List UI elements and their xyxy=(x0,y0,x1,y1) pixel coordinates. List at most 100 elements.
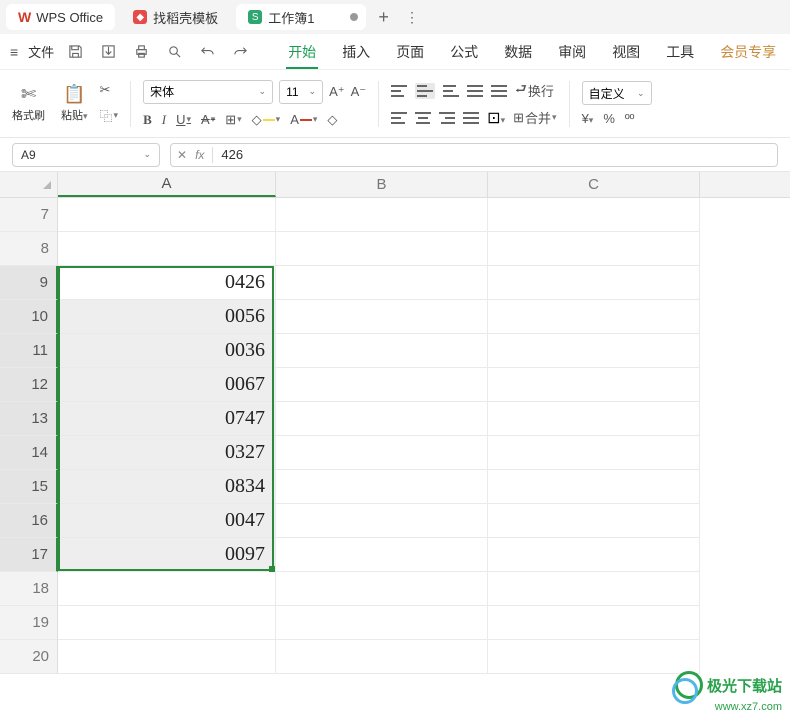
cell[interactable]: 0097 xyxy=(58,538,276,572)
cell[interactable] xyxy=(58,640,276,674)
cell[interactable] xyxy=(276,640,488,674)
cell[interactable] xyxy=(488,198,700,232)
spreadsheet-grid[interactable]: A B C 7890426100056110036120067130747140… xyxy=(0,172,790,674)
bold-button[interactable]: B xyxy=(143,112,152,128)
number-format-select[interactable]: 自定义 ⌄ xyxy=(582,81,652,105)
cell[interactable] xyxy=(488,606,700,640)
print-icon[interactable] xyxy=(130,42,153,61)
new-tab-button[interactable]: + xyxy=(372,7,395,28)
clear-format-button[interactable]: ◇ xyxy=(327,112,337,128)
redo-icon[interactable] xyxy=(229,42,252,61)
currency-button[interactable]: ¥▾ xyxy=(582,111,594,126)
cell[interactable] xyxy=(276,572,488,606)
cell[interactable] xyxy=(58,198,276,232)
row-header[interactable]: 7 xyxy=(0,198,58,232)
cell[interactable] xyxy=(276,402,488,436)
cell[interactable]: 0067 xyxy=(58,368,276,402)
row-header[interactable]: 19 xyxy=(0,606,58,640)
select-all-corner[interactable] xyxy=(0,172,58,197)
row-header[interactable]: 13 xyxy=(0,402,58,436)
tab-review[interactable]: 审阅 xyxy=(556,36,588,68)
tab-insert[interactable]: 插入 xyxy=(340,36,372,68)
cell[interactable]: 0426 xyxy=(58,266,276,300)
cell[interactable] xyxy=(488,470,700,504)
row-header[interactable]: 16 xyxy=(0,504,58,538)
copy-icon[interactable]: ⿻▾ xyxy=(100,106,119,125)
row-header[interactable]: 10 xyxy=(0,300,58,334)
cut-icon[interactable]: ✂ xyxy=(100,82,119,98)
name-box[interactable]: A9 ⌄ xyxy=(12,143,160,167)
undo-icon[interactable] xyxy=(196,42,219,61)
row-header[interactable]: 11 xyxy=(0,334,58,368)
align-center-icon[interactable] xyxy=(415,112,431,124)
save-icon[interactable] xyxy=(64,42,87,61)
font-size-select[interactable]: 11 ⌄ xyxy=(279,80,323,104)
cell[interactable] xyxy=(488,572,700,606)
tab-view[interactable]: 视图 xyxy=(610,36,642,68)
tab-vip[interactable]: 会员专享 xyxy=(718,36,778,68)
indent-increase-icon[interactable] xyxy=(491,85,507,97)
italic-button[interactable]: I xyxy=(162,112,166,128)
cell[interactable] xyxy=(58,606,276,640)
cell[interactable] xyxy=(488,334,700,368)
cell[interactable] xyxy=(488,436,700,470)
cell[interactable] xyxy=(488,402,700,436)
cell[interactable]: 0747 xyxy=(58,402,276,436)
cell[interactable] xyxy=(488,504,700,538)
cell[interactable]: 0327 xyxy=(58,436,276,470)
tab-data[interactable]: 数据 xyxy=(502,36,534,68)
formula-input[interactable]: ✕ fx 426 xyxy=(170,143,778,167)
row-header[interactable]: 14 xyxy=(0,436,58,470)
app-tab-workbook[interactable]: S 工作簿1 xyxy=(236,4,366,30)
column-header-c[interactable]: C xyxy=(488,172,700,197)
cell[interactable]: 0036 xyxy=(58,334,276,368)
row-header[interactable]: 12 xyxy=(0,368,58,402)
cell[interactable] xyxy=(276,504,488,538)
cell[interactable] xyxy=(276,368,488,402)
format-painter-button[interactable]: ✄ 格式刷 xyxy=(8,82,49,125)
percent-button[interactable]: % xyxy=(603,111,615,126)
cell[interactable] xyxy=(276,198,488,232)
paste-button[interactable]: 📋 粘贴▾ xyxy=(57,82,92,125)
file-menu[interactable]: 文件 xyxy=(28,42,54,61)
merge-cells-button[interactable]: ⊞ 合并▾ xyxy=(513,108,556,127)
cell[interactable] xyxy=(58,572,276,606)
cell[interactable] xyxy=(276,470,488,504)
cell[interactable] xyxy=(276,266,488,300)
row-header[interactable]: 9 xyxy=(0,266,58,300)
decrease-font-icon[interactable]: A⁻ xyxy=(351,84,367,100)
align-right-icon[interactable] xyxy=(439,112,455,124)
app-tab-wps[interactable]: W WPS Office xyxy=(6,4,115,30)
row-header[interactable]: 8 xyxy=(0,232,58,266)
cell[interactable]: 0047 xyxy=(58,504,276,538)
cell[interactable] xyxy=(488,640,700,674)
cell[interactable] xyxy=(488,368,700,402)
cell[interactable] xyxy=(276,334,488,368)
cell[interactable]: 0056 xyxy=(58,300,276,334)
increase-font-icon[interactable]: A⁺ xyxy=(329,84,345,100)
tab-overflow-button[interactable]: ⋮ xyxy=(401,9,423,26)
underline-button[interactable]: U▾ xyxy=(176,112,191,127)
row-header[interactable]: 18 xyxy=(0,572,58,606)
app-tab-template[interactable]: ◆ 找稻壳模板 xyxy=(121,4,230,30)
cell[interactable] xyxy=(276,538,488,572)
tab-tools[interactable]: 工具 xyxy=(664,36,696,68)
fill-color-button[interactable]: ◇▾ xyxy=(252,112,281,128)
align-top-icon[interactable] xyxy=(391,85,407,97)
tab-close-icon[interactable] xyxy=(350,13,358,21)
borders-button[interactable]: ⊞▾ xyxy=(225,112,241,128)
cell[interactable] xyxy=(276,606,488,640)
tab-page[interactable]: 页面 xyxy=(394,36,426,68)
menu-hamburger-icon[interactable]: ≡ xyxy=(10,44,18,60)
cancel-formula-icon[interactable]: ✕ xyxy=(177,148,187,162)
column-header-b[interactable]: B xyxy=(276,172,488,197)
font-name-select[interactable]: 宋体 ⌄ xyxy=(143,80,273,104)
export-icon[interactable] xyxy=(97,42,120,61)
row-header[interactable]: 17 xyxy=(0,538,58,572)
cell[interactable] xyxy=(58,232,276,266)
cell[interactable] xyxy=(276,232,488,266)
cell[interactable] xyxy=(276,436,488,470)
strikethrough-button[interactable]: A▾ xyxy=(201,112,215,127)
tab-home[interactable]: 开始 xyxy=(286,36,318,68)
justify-icon[interactable] xyxy=(463,112,479,124)
